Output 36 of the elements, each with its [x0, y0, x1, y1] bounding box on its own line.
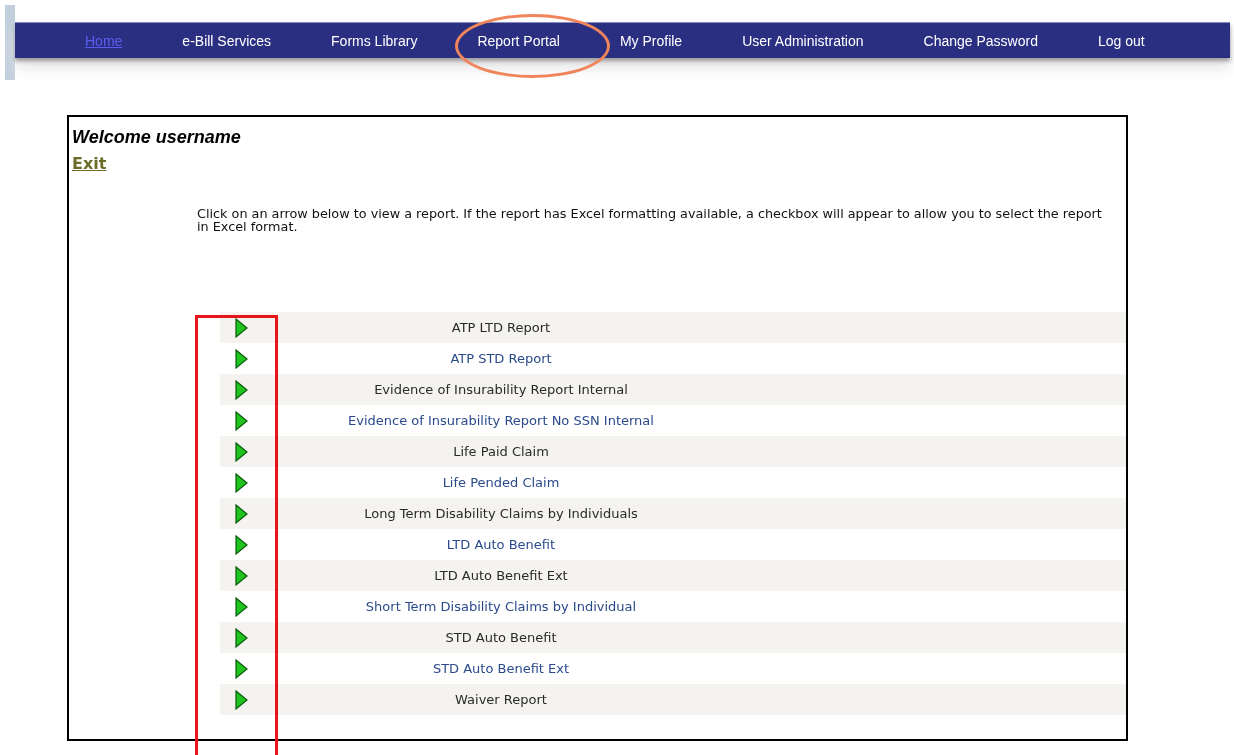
- report-name[interactable]: Long Term Disability Claims by Individuals: [364, 506, 638, 521]
- play-arrow-icon[interactable]: [234, 317, 248, 338]
- welcome-heading: Welcome username: [72, 127, 241, 148]
- report-name[interactable]: ATP LTD Report: [451, 320, 551, 335]
- play-arrow-icon[interactable]: [234, 689, 248, 710]
- play-arrow-icon[interactable]: [234, 441, 248, 462]
- play-arrow-icon[interactable]: [234, 658, 248, 679]
- nav-item[interactable]: Log out: [1097, 32, 1145, 49]
- report-name[interactable]: LTD Auto Benefit: [446, 537, 556, 552]
- play-arrow-icon[interactable]: [234, 627, 248, 648]
- report-name[interactable]: Evidence of Insurability Report No SSN Internal: [348, 413, 654, 428]
- play-arrow-icon[interactable]: [234, 503, 248, 524]
- play-arrow-icon[interactable]: [234, 565, 248, 586]
- nav-item[interactable]: User Administration: [742, 32, 864, 49]
- nav-item[interactable]: My Profile: [619, 32, 683, 49]
- nav-item[interactable]: Change Password: [923, 32, 1038, 49]
- report-name[interactable]: ATP STD Report: [450, 351, 552, 366]
- play-arrow-icon[interactable]: [234, 379, 248, 400]
- play-arrow-icon[interactable]: [234, 410, 248, 431]
- report-name[interactable]: STD Auto Benefit Ext: [432, 661, 570, 676]
- nav-item[interactable]: Forms Library: [331, 32, 418, 49]
- report-name[interactable]: Short Term Disability Claims by Individual: [365, 599, 637, 614]
- report-name[interactable]: STD Auto Benefit: [445, 630, 557, 645]
- report-name[interactable]: Life Paid Claim: [453, 444, 549, 459]
- nav-item[interactable]: Report Portal: [477, 32, 560, 49]
- play-arrow-icon[interactable]: [234, 348, 248, 369]
- report-name[interactable]: LTD Auto Benefit Ext: [434, 568, 568, 583]
- play-arrow-icon[interactable]: [234, 472, 248, 493]
- nav-item[interactable]: e-Bill Services: [182, 32, 272, 49]
- instructions-text: Click on an arrow below to view a report. If the report has Excel formatting available, a checkbox will appear to allow you to select the report in Excel format.: [197, 207, 1102, 233]
- report-name[interactable]: Evidence of Insurability Report Internal: [374, 382, 628, 397]
- report-name[interactable]: Life Pended Claim: [442, 475, 560, 490]
- play-arrow-icon[interactable]: [234, 534, 248, 555]
- report-name[interactable]: Waiver Report: [455, 692, 547, 707]
- exit-link[interactable]: Exit: [72, 154, 107, 173]
- play-arrow-icon[interactable]: [234, 596, 248, 617]
